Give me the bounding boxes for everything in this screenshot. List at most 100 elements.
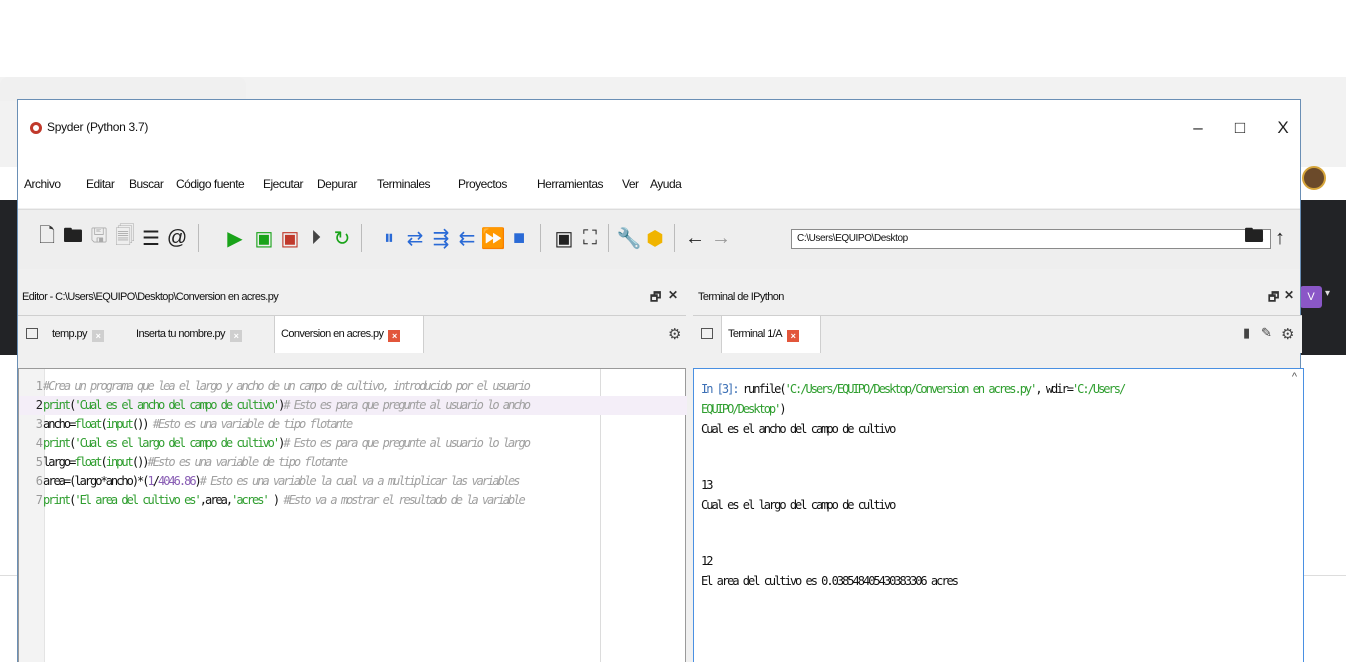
- menu-depurar[interactable]: Depurar: [317, 177, 357, 191]
- code-token: #Esto es una variable de tipo flotante: [147, 455, 349, 469]
- save-all-icon[interactable]: 🗐: [114, 225, 136, 251]
- code-token: float: [74, 455, 102, 469]
- menu-archivo[interactable]: Archivo: [24, 177, 61, 191]
- preferences-icon[interactable]: 🔧: [617, 225, 642, 251]
- maximize-button[interactable]: □: [1225, 118, 1255, 138]
- tab-conversion-en-acres[interactable]: Conversion en acres.py ×: [274, 316, 424, 353]
- step-return-icon[interactable]: ⇇: [456, 225, 478, 251]
- tab-inserta-tu-nombre[interactable]: Inserta tu nombre.py ×: [130, 316, 242, 353]
- browse-tabs-icon[interactable]: [26, 328, 38, 339]
- run-cell-advance-icon[interactable]: ▣: [279, 225, 301, 251]
- close-tab-icon[interactable]: ×: [388, 330, 401, 342]
- at-icon[interactable]: @: [166, 225, 188, 251]
- main-toolbar: 🗋 🖿 🖫 🗐 ☰ @ ▶ ▣ ▣ ⏵ ↻ ⏸ ⇄ ⇶ ⇇ ⏩ ■ ▣ ⛶ 🔧 …: [18, 209, 1300, 269]
- spyder-logo-icon: [30, 122, 42, 134]
- working-directory-combo[interactable]: C:\Users\EQUIPO\Desktop ⌄: [791, 229, 1271, 249]
- forward-icon[interactable]: →: [710, 225, 732, 251]
- continue-icon[interactable]: ⏩: [481, 225, 506, 251]
- code-token: 'acres': [231, 493, 270, 507]
- browse-folder-icon[interactable]: 🖿: [1243, 225, 1265, 251]
- tab-label: Inserta tu nombre.py: [136, 328, 225, 340]
- browser-tab[interactable]: [0, 77, 246, 101]
- code-line[interactable]: 7 print('El area del cultivo es',area,'ac…: [19, 491, 687, 510]
- code-line[interactable]: 2 print('Cual es el ancho del campo de cu…: [19, 396, 687, 415]
- code-line[interactable]: 6 area=(largo*ancho)*(1/4046.86)# Esto es…: [19, 472, 687, 491]
- browse-tabs-icon[interactable]: [701, 328, 713, 339]
- run-cell-icon[interactable]: ▣: [253, 225, 275, 251]
- new-file-icon[interactable]: 🗋: [36, 225, 58, 251]
- code-area[interactable]: 1 #Crea un programa que lea el largo y an…: [19, 377, 687, 510]
- code-line[interactable]: 1 #Crea un programa que lea el largo y an…: [19, 377, 687, 396]
- run-icon[interactable]: ▶: [224, 225, 246, 251]
- code-token: 'El area del cultivo es': [74, 493, 201, 507]
- close-tab-icon[interactable]: ×: [229, 330, 242, 342]
- code-token: input: [105, 455, 134, 469]
- menu-bar: Archivo Editar Buscar Código fuente Ejec…: [18, 162, 1300, 208]
- menu-ayuda[interactable]: Ayuda: [650, 177, 682, 191]
- title-bar: Spyder (Python 3.7) – □ X: [18, 100, 1300, 162]
- step-into-icon[interactable]: ⇶: [430, 225, 452, 251]
- tab-label: temp.py: [52, 328, 88, 340]
- ipython-console[interactable]: In [3]: runfile('C:/Users/EQUIPO/Desktop…: [693, 368, 1304, 662]
- menu-buscar[interactable]: Buscar: [129, 177, 164, 191]
- edit-icon[interactable]: ✎: [1261, 325, 1272, 341]
- menu-editar[interactable]: Editar: [86, 177, 115, 191]
- code-editor[interactable]: 1 #Crea un programa que lea el largo y an…: [18, 368, 687, 662]
- undock-icon[interactable]: 🗗: [650, 288, 661, 309]
- stop-icon[interactable]: ■: [508, 225, 530, 251]
- code-token: ): [267, 493, 284, 507]
- python-path-icon[interactable]: ⬢: [644, 225, 666, 251]
- close-tab-icon[interactable]: ×: [91, 330, 104, 342]
- close-pane-icon[interactable]: ✕: [1284, 288, 1294, 302]
- code-token: largo=: [43, 455, 76, 469]
- code-token: ()): [131, 417, 153, 431]
- code-token: print: [43, 493, 71, 507]
- console-line: EQUIPO/Desktop'): [701, 399, 1281, 419]
- close-button[interactable]: X: [1268, 118, 1298, 138]
- minimize-button[interactable]: –: [1183, 118, 1213, 138]
- editor-pane-title: Editor - C:\Users\EQUIPO\Desktop\Convers…: [22, 291, 279, 303]
- console-line: Cual es el largo del campo de cultivo: [701, 495, 1281, 515]
- step-icon[interactable]: ⇄: [404, 225, 426, 251]
- menu-codigo-fuente[interactable]: Código fuente: [176, 177, 245, 191]
- console-token: 'C:/Users/: [1071, 382, 1126, 396]
- interrupt-kernel-icon[interactable]: ▮: [1243, 325, 1250, 341]
- open-file-icon[interactable]: 🖿: [62, 225, 84, 251]
- fullscreen-icon[interactable]: ⛶: [579, 225, 601, 251]
- menu-herramientas[interactable]: Herramientas: [537, 177, 604, 191]
- debug-icon[interactable]: ⏸: [378, 225, 400, 251]
- close-pane-icon[interactable]: ✕: [668, 288, 678, 302]
- tab-temp-py[interactable]: temp.py ×: [46, 316, 104, 353]
- scroll-up-icon[interactable]: ^: [1292, 371, 1297, 383]
- extension-menu-icon[interactable]: ▾: [1325, 288, 1330, 299]
- avatar[interactable]: [1302, 166, 1326, 190]
- undock-icon[interactable]: 🗗: [1268, 288, 1279, 309]
- maximize-pane-icon[interactable]: ▣: [553, 225, 575, 251]
- save-icon[interactable]: 🖫: [88, 225, 110, 251]
- code-line[interactable]: 3 ancho=float(input()) #Esto es una varia…: [19, 415, 687, 434]
- extension-icon[interactable]: V: [1300, 286, 1322, 308]
- line-number: 3: [35, 417, 43, 431]
- code-line[interactable]: 4 print('Cual es el largo del campo de cu…: [19, 434, 687, 453]
- gear-icon[interactable]: ⚙: [668, 325, 681, 343]
- console-token: 12: [701, 554, 714, 568]
- back-icon[interactable]: ←: [684, 225, 706, 251]
- menu-ver[interactable]: Ver: [622, 177, 639, 191]
- code-line[interactable]: 5 largo=float(input())#Esto es una variab…: [19, 453, 687, 472]
- list-icon[interactable]: ☰: [140, 225, 162, 251]
- parent-dir-icon[interactable]: ↑: [1269, 225, 1291, 251]
- rerun-icon[interactable]: ↻: [331, 225, 353, 251]
- console-line: 12: [701, 551, 1281, 571]
- run-selection-icon[interactable]: ⏵: [305, 225, 327, 251]
- gear-icon[interactable]: ⚙: [1281, 325, 1294, 343]
- tab-terminal[interactable]: Terminal 1/A ×: [721, 316, 821, 353]
- console-token: El area del cultivo es 0.038548405430383…: [701, 574, 959, 588]
- menu-proyectos[interactable]: Proyectos: [458, 177, 507, 191]
- close-tab-icon[interactable]: ×: [786, 330, 799, 342]
- menu-terminales[interactable]: Terminales: [377, 177, 431, 191]
- toolbar-separator: [674, 224, 675, 252]
- menu-ejecutar[interactable]: Ejecutar: [263, 177, 304, 191]
- toolbar-separator: [198, 224, 199, 252]
